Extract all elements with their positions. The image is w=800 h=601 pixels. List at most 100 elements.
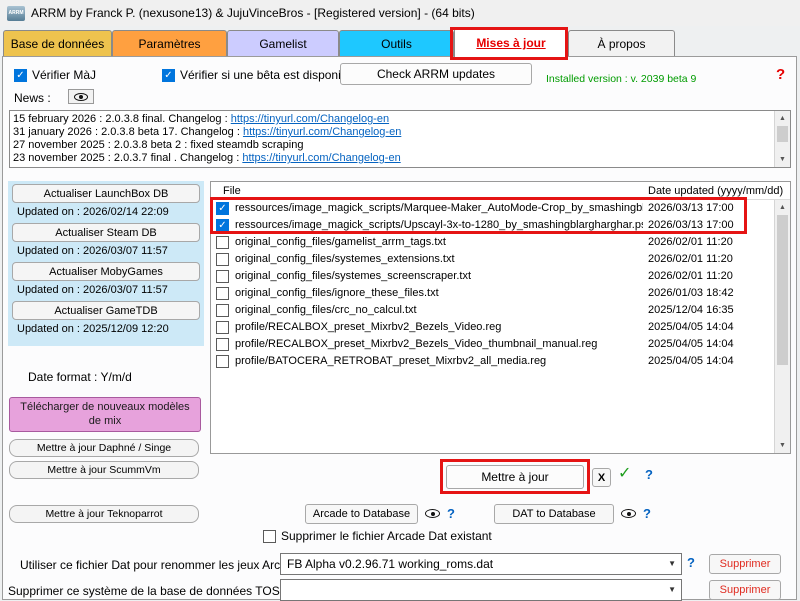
actualiser-steam-db-button[interactable]: Actualiser Steam DB <box>12 223 200 242</box>
news-line: 27 november 2025 : 2.0.3.8 beta 2 : fixe… <box>13 139 772 152</box>
file-checkbox[interactable] <box>216 287 229 300</box>
file-date: 2026/02/01 11:20 <box>648 268 733 285</box>
table-row[interactable]: profile/RECALBOX_preset_Mixrbv2_Bezels_V… <box>211 319 774 336</box>
actualiser-launchbox-db-button[interactable]: Actualiser LaunchBox DB <box>12 184 200 203</box>
file-name: ressources/image_magick_scripts/Upscayl-… <box>235 217 643 234</box>
app-icon: ARRM <box>7 6 25 21</box>
news-line: 23 november 2025 : 2.0.3.7 final . Chang… <box>13 152 772 165</box>
file-checkbox[interactable] <box>216 236 229 249</box>
file-name: original_config_files/systemes_extension… <box>235 251 643 268</box>
delete-arcade-dat-checkbox-row[interactable]: Supprimer le fichier Arcade Dat existant <box>263 529 492 543</box>
arcade-eye-icon[interactable] <box>425 509 440 518</box>
news-line: 15 february 2026 : 2.0.3.8 final. Change… <box>13 113 772 126</box>
help-link-update-action[interactable]: ? <box>645 467 653 482</box>
table-header: File Date updated (yyyy/mm/dd) <box>211 182 790 200</box>
tab-base-de-donnees[interactable]: Base de données <box>3 30 112 56</box>
news-text: 23 november 2025 : 2.0.3.7 final . Chang… <box>13 152 242 164</box>
scroll-up-icon[interactable]: ▲ <box>775 200 790 215</box>
table-row[interactable]: ✓ ressources/image_magick_scripts/Upscayl… <box>211 217 774 234</box>
news-lines: 15 february 2026 : 2.0.3.8 final. Change… <box>13 113 772 166</box>
date-format-label: Date format : Y/m/d <box>28 370 132 384</box>
arcade-to-database-button[interactable]: Arcade to Database <box>305 504 418 524</box>
help-link-dat[interactable]: ? <box>643 506 651 521</box>
file-checkbox[interactable] <box>216 355 229 368</box>
news-changelog-link[interactable]: https://tinyurl.com/Changelog-en <box>242 152 400 164</box>
table-row[interactable]: original_config_files/systemes_extension… <box>211 251 774 268</box>
verify-maj-checkbox[interactable]: ✓ <box>14 69 27 82</box>
dat-eye-icon[interactable] <box>621 509 636 518</box>
dat-file-combobox[interactable]: FB Alpha v0.2.96.71 working_roms.dat ▼ <box>280 553 682 575</box>
table-row[interactable]: profile/RECALBOX_preset_Mixrbv2_Bezels_V… <box>211 336 774 353</box>
news-box: 15 february 2026 : 2.0.3.8 final. Change… <box>9 110 791 168</box>
news-changelog-link[interactable]: https://tinyurl.com/Changelog-en <box>243 126 401 138</box>
file-date: 2025/12/04 16:35 <box>648 302 734 319</box>
scroll-up-icon[interactable]: ▲ <box>775 111 790 126</box>
tab-outils[interactable]: Outils <box>339 30 454 56</box>
scroll-down-icon[interactable]: ▼ <box>775 152 790 167</box>
file-checkbox[interactable] <box>216 253 229 266</box>
file-checkbox[interactable] <box>216 304 229 317</box>
table-row[interactable]: ✓ressources/image_magick_scripts/Marquee… <box>211 200 774 217</box>
column-header-date-updated[interactable]: Date updated (yyyy/mm/dd) <box>648 182 783 200</box>
tab-mises-a-jour[interactable]: Mises à jour <box>454 28 568 57</box>
table-scrollbar[interactable]: ▲ ▼ <box>774 200 790 453</box>
news-line: 31 january 2026 : 2.0.3.8 beta 17. Chang… <box>13 126 772 139</box>
news-label: News : <box>14 91 51 105</box>
actualiser-steam-db-updated-on: Updated on : 2026/03/07 11:57 <box>17 245 168 257</box>
tab-gamelist[interactable]: Gamelist <box>227 30 339 56</box>
file-name: profile/BATOCERA_RETROBAT_preset_Mixrbv2… <box>235 353 643 370</box>
file-checkbox[interactable] <box>216 321 229 334</box>
file-checkbox[interactable] <box>216 270 229 283</box>
news-changelog-link[interactable]: https://tinyurl.com/Changelog-en <box>231 113 389 125</box>
table-body: ✓ressources/image_magick_scripts/Marquee… <box>211 200 774 453</box>
verify-beta-label: Vérifier si une bêta est disponible <box>180 68 357 82</box>
news-scrollbar-thumb[interactable] <box>777 126 788 142</box>
cancel-x-button[interactable]: X <box>592 468 611 487</box>
scroll-down-icon[interactable]: ▼ <box>775 438 790 453</box>
table-row[interactable]: original_config_files/crc_no_calcul.txt 2… <box>211 302 774 319</box>
update-teknoparrot-button[interactable]: Mettre à jour Teknoparrot <box>9 505 199 523</box>
actualiser-gametdb-updated-on: Updated on : 2025/12/09 12:20 <box>17 323 169 335</box>
file-checkbox[interactable]: ✓ <box>216 202 229 215</box>
check-arrm-updates-button[interactable]: Check ARRM updates <box>340 63 532 85</box>
tab-label: Gamelist <box>259 37 306 51</box>
table-row[interactable]: original_config_files/ignore_these_files… <box>211 285 774 302</box>
table-row[interactable]: profile/BATOCERA_RETROBAT_preset_Mixrbv2… <box>211 353 774 370</box>
tosec-system-combobox[interactable]: ▼ <box>280 579 682 601</box>
verify-beta-checkbox[interactable]: ✓ <box>162 69 175 82</box>
supprimer-tosec-button[interactable]: Supprimer <box>709 580 781 600</box>
chevron-down-icon[interactable]: ▼ <box>668 580 676 600</box>
column-header-file[interactable]: File <box>223 182 241 200</box>
table-scrollbar-thumb[interactable] <box>777 215 788 365</box>
supprimer-dat-button[interactable]: Supprimer <box>709 554 781 574</box>
chevron-down-icon[interactable]: ▼ <box>668 554 676 574</box>
help-link-arcade[interactable]: ? <box>447 506 455 521</box>
download-mix-models-button[interactable]: Télécharger de nouveaux modèles de mix <box>9 397 201 432</box>
table-row[interactable]: original_config_files/systemes_screenscr… <box>211 268 774 285</box>
news-visibility-toggle[interactable] <box>68 89 94 104</box>
table-row[interactable]: original_config_files/gamelist_arrm_tags… <box>211 234 774 251</box>
file-date: 2025/04/05 14:04 <box>648 353 734 370</box>
verify-beta-checkbox-row[interactable]: ✓ Vérifier si une bêta est disponible <box>162 68 357 82</box>
file-checkbox[interactable] <box>216 338 229 351</box>
verify-maj-checkbox-row[interactable]: ✓ Vérifier MàJ <box>14 68 96 82</box>
tosec-delete-label: Supprimer ce système de la base de donné… <box>8 584 276 598</box>
file-checkbox[interactable]: ✓ <box>216 219 229 232</box>
mettre-a-jour-button[interactable]: Mettre à jour <box>446 465 584 489</box>
update-daphne-singe-button[interactable]: Mettre à jour Daphné / Singe <box>9 439 199 457</box>
update-scummvm-button[interactable]: Mettre à jour ScummVm <box>9 461 199 479</box>
file-name: original_config_files/crc_no_calcul.txt <box>235 302 643 319</box>
delete-arcade-dat-checkbox[interactable] <box>263 530 276 543</box>
select-all-check-icon[interactable]: ✓ <box>618 463 631 483</box>
tab-parametres[interactable]: Paramètres <box>112 30 227 56</box>
tab-a-propos[interactable]: À propos <box>568 30 675 56</box>
file-date: 2025/04/05 14:04 <box>648 336 734 353</box>
help-link-dat-file[interactable]: ? <box>687 555 695 570</box>
file-date: 2026/03/13 17:00 <box>648 217 734 234</box>
news-scrollbar[interactable]: ▲ ▼ <box>774 111 790 167</box>
actualiser-mobygames-button[interactable]: Actualiser MobyGames <box>12 262 200 281</box>
actualiser-gametdb-button[interactable]: Actualiser GameTDB <box>12 301 200 320</box>
dat-to-database-button[interactable]: DAT to Database <box>494 504 614 524</box>
tab-label: À propos <box>597 37 645 51</box>
help-link-updates[interactable]: ? <box>776 66 785 83</box>
